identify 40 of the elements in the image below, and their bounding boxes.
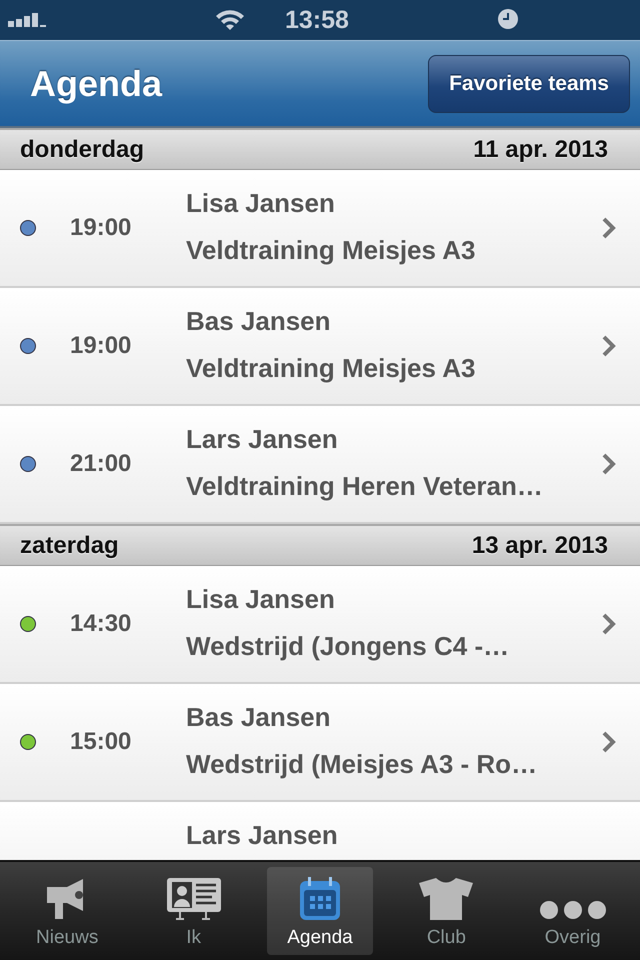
event-title: Wedstrijd (Jongens C4 -… (186, 631, 510, 662)
section-date: 13 apr. 2013 (472, 532, 608, 560)
tab[interactable]: Overig (520, 867, 626, 955)
clock-icon (498, 9, 518, 29)
id-card-icon (166, 877, 222, 921)
status-time: 13:58 (285, 6, 349, 34)
section-day: zaterdag (20, 532, 119, 560)
event-person: Bas Jansen (186, 702, 332, 733)
event-title: Veldtraining Meisjes A3 (186, 353, 476, 384)
section-day: donderdag (20, 136, 144, 164)
event-time: 21:00 (70, 450, 132, 478)
wifi-icon (214, 8, 246, 30)
section-date: 11 apr. 2013 (473, 136, 608, 164)
event-person: Lars Jansen (186, 424, 339, 455)
event-title: Wedstrijd (Meisjes A3 - Ro… (186, 749, 538, 780)
event-title: Veldtraining Heren Veteran… (186, 471, 544, 502)
event-person: Lisa Jansen (186, 584, 336, 615)
event-time: 19:00 (70, 332, 132, 360)
more-icon (538, 899, 607, 921)
chevron-icon (602, 613, 616, 635)
shirt-icon (418, 877, 474, 921)
chevron-icon (602, 217, 616, 239)
event-person: Lisa Jansen (186, 188, 336, 219)
event-time: 19:00 (70, 214, 132, 242)
event-time: 14:30 (70, 610, 132, 638)
page-title: Agenda (30, 62, 162, 104)
tab[interactable]: Club (393, 867, 500, 955)
calendar-icon (298, 877, 341, 921)
chevron-icon (602, 453, 616, 475)
tab[interactable]: Ik (140, 867, 247, 955)
event-person: Bas Jansen (186, 306, 332, 337)
event-time: 15:00 (70, 728, 132, 756)
favorite-teams-button[interactable]: Favoriete teams (428, 54, 630, 112)
chevron-icon (602, 335, 616, 357)
signal-icon (8, 13, 48, 27)
event-title: Veldtraining Meisjes A3 (186, 235, 476, 266)
chevron-icon (602, 731, 616, 753)
tab[interactable]: Nieuws (14, 867, 120, 955)
tab[interactable]: Agenda (266, 867, 373, 955)
event-person: Lars Jansen (186, 820, 339, 851)
